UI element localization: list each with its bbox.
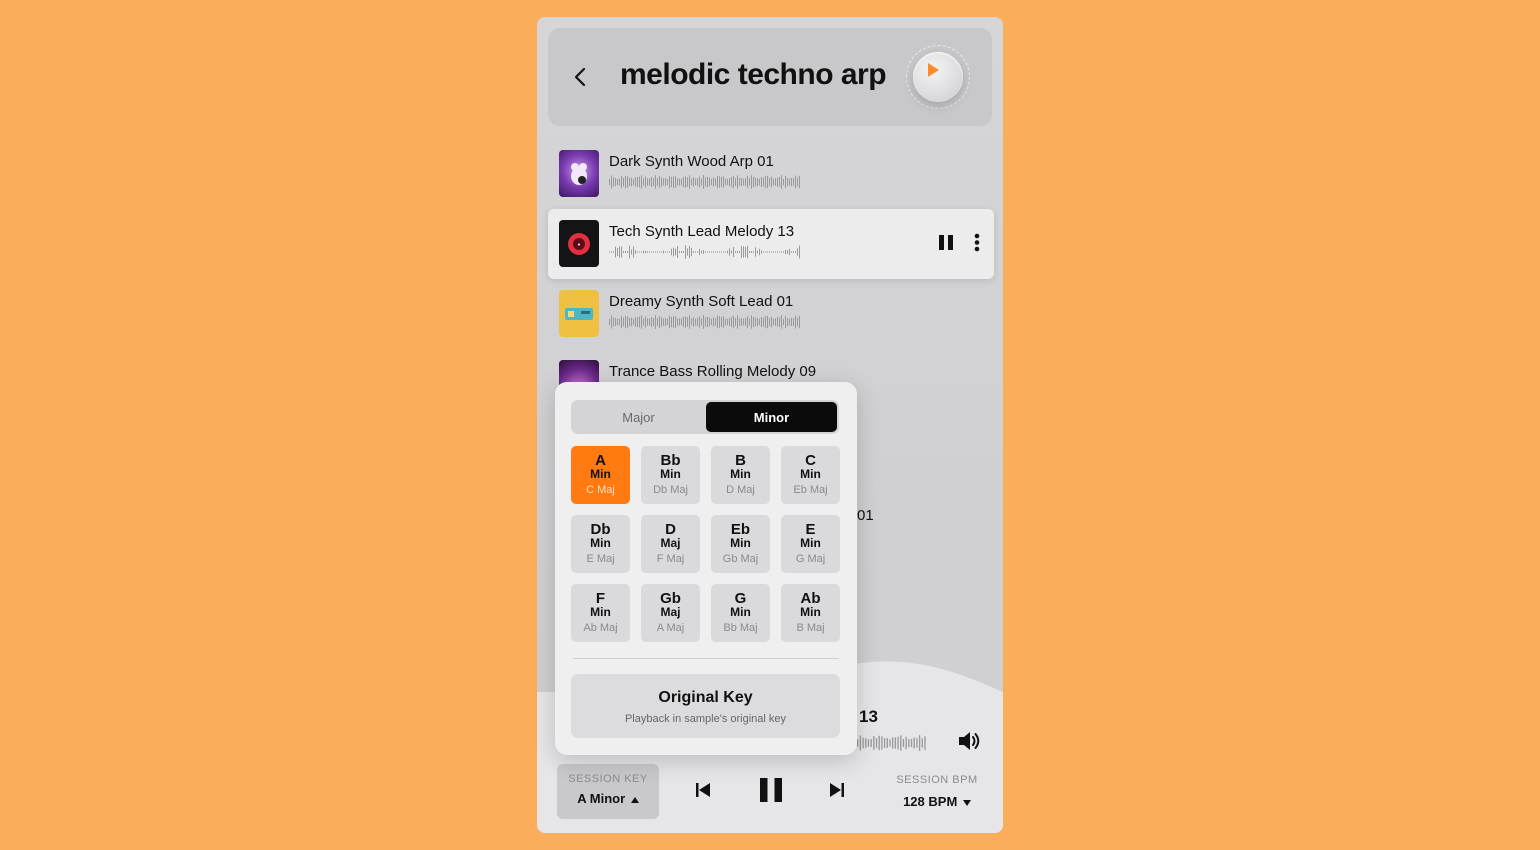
- key-relative: Gb Maj: [722, 553, 759, 565]
- key-mode: Min: [590, 467, 611, 481]
- key-option[interactable]: Eb Min Gb Maj: [711, 515, 770, 573]
- key-option[interactable]: Db Min E Maj: [571, 515, 630, 573]
- key-mode: Min: [800, 467, 821, 481]
- play-button[interactable]: [906, 45, 970, 109]
- track-artwork: [559, 290, 599, 337]
- track-row[interactable]: Dark Synth Wood Arp 01: [548, 139, 994, 209]
- key-root: Gb: [660, 590, 681, 607]
- key-mode: Min: [590, 536, 611, 550]
- track-name: Trance Bass Rolling Melody 09: [609, 363, 817, 380]
- header: melodic techno arp: [548, 28, 992, 126]
- key-option[interactable]: C Min Eb Maj: [781, 446, 840, 504]
- skip-previous-icon[interactable]: [695, 782, 711, 798]
- key-root: Bb: [660, 452, 681, 469]
- key-mode: Maj: [660, 536, 681, 550]
- original-key-button[interactable]: Original Key Playback in sample's origin…: [571, 674, 840, 738]
- key-mode: Min: [590, 605, 611, 619]
- now-playing-title: 13: [859, 707, 878, 726]
- key-relative: B Maj: [796, 622, 825, 634]
- more-icon[interactable]: [974, 233, 980, 252]
- session-bpm-value: 128 BPM: [903, 794, 958, 809]
- track-row-active[interactable]: • Tech Synth Lead Melody 13: [548, 209, 994, 279]
- key-mode: Min: [730, 467, 751, 481]
- tab-minor[interactable]: Minor: [706, 402, 837, 432]
- key-root: Eb: [730, 521, 751, 538]
- track-name: Tech Synth Lead Melody 13: [609, 223, 795, 240]
- session-bpm-button[interactable]: SESSION BPM 128 BPM: [887, 774, 987, 809]
- key-root: E: [805, 521, 816, 538]
- key-relative: Bb Maj: [723, 622, 758, 634]
- key-mode: Min: [800, 536, 821, 550]
- track-artwork: •: [559, 220, 599, 267]
- key-root: C: [805, 452, 816, 469]
- key-root: A: [595, 452, 606, 469]
- key-relative: D Maj: [726, 484, 755, 496]
- key-option[interactable]: A Min C Maj: [571, 446, 630, 504]
- key-relative: Eb Maj: [793, 484, 828, 496]
- key-relative: E Maj: [586, 553, 615, 565]
- track-name: Dark Synth Wood Arp 01: [609, 153, 774, 170]
- mode-segmented-control: Major Minor: [571, 400, 839, 434]
- key-mode: Maj: [660, 605, 681, 619]
- back-icon[interactable]: [570, 66, 592, 88]
- page-title: melodic techno arp: [620, 58, 887, 91]
- track-row[interactable]: Dreamy Synth Soft Lead 01: [548, 279, 994, 349]
- key-mode: Min: [660, 467, 681, 481]
- track-name: Dreamy Synth Soft Lead 01: [609, 293, 794, 310]
- key-root: Db: [590, 521, 611, 538]
- original-key-subtitle: Playback in sample's original key: [624, 713, 787, 725]
- skip-next-icon[interactable]: [829, 782, 845, 798]
- key-mode: Min: [730, 536, 751, 550]
- waveform: [609, 315, 800, 329]
- key-relative: A Maj: [656, 622, 685, 634]
- key-option[interactable]: B Min D Maj: [711, 446, 770, 504]
- play-icon: [928, 63, 939, 77]
- session-key-label: SESSION KEY: [568, 773, 648, 785]
- key-mode: Min: [730, 605, 751, 619]
- key-relative: F Maj: [656, 553, 685, 565]
- key-root: F: [595, 590, 606, 607]
- waveform: [609, 245, 800, 259]
- key-grid: A Min C Maj Bb Min Db Maj B Min D Maj C Min Eb Maj D…: [571, 446, 841, 642]
- pause-icon[interactable]: [938, 234, 954, 251]
- key-option[interactable]: Ab Min B Maj: [781, 584, 840, 642]
- waveform: [609, 175, 800, 189]
- key-relative: Db Maj: [653, 484, 688, 496]
- key-mode: Min: [800, 605, 821, 619]
- key-root: D: [665, 521, 676, 538]
- key-root: Ab: [800, 590, 821, 607]
- track-artwork: [559, 150, 599, 197]
- key-option[interactable]: G Min Bb Maj: [711, 584, 770, 642]
- now-playing-waveform[interactable]: [857, 735, 927, 751]
- original-key-title: Original Key: [658, 689, 753, 706]
- key-relative: C Maj: [586, 484, 615, 496]
- divider: [573, 658, 839, 659]
- key-relative: Ab Maj: [583, 622, 618, 634]
- key-root: G: [734, 590, 747, 607]
- caret-down-icon: [962, 800, 971, 806]
- key-option[interactable]: E Min G Maj: [781, 515, 840, 573]
- key-picker-popup: Major Minor A Min C Maj Bb Min Db Maj B Min D Ma…: [555, 382, 857, 755]
- pause-icon[interactable]: [759, 777, 783, 803]
- session-key-button[interactable]: SESSION KEY A Minor: [557, 764, 659, 819]
- volume-icon[interactable]: [957, 730, 981, 752]
- key-option[interactable]: Gb Maj A Maj: [641, 584, 700, 642]
- caret-up-icon: [630, 797, 639, 803]
- key-relative: G Maj: [795, 553, 826, 565]
- key-option[interactable]: F Min Ab Maj: [571, 584, 630, 642]
- key-option[interactable]: D Maj F Maj: [641, 515, 700, 573]
- track-name-partial: 01: [857, 507, 874, 524]
- key-root: B: [735, 452, 746, 469]
- key-option[interactable]: Bb Min Db Maj: [641, 446, 700, 504]
- session-bpm-label: SESSION BPM: [896, 774, 978, 786]
- transport-controls: [695, 777, 845, 803]
- tab-major[interactable]: Major: [573, 402, 704, 432]
- session-key-value: A Minor: [577, 791, 626, 806]
